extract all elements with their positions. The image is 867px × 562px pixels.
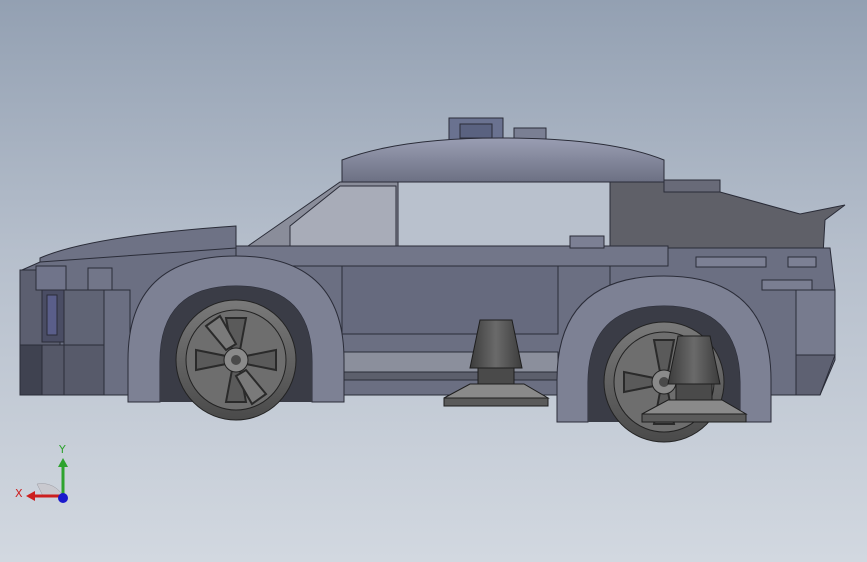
x-axis-label: X — [15, 487, 23, 500]
roof-dome — [341, 137, 665, 183]
door-panel — [341, 265, 559, 335]
coordinate-triad: Y X — [15, 443, 68, 503]
rear-spoiler — [609, 181, 846, 256]
z-axis-dot — [58, 493, 68, 503]
y-axis-label: Y — [58, 443, 66, 456]
front-wheel — [175, 299, 297, 421]
graphics-viewport[interactable]: Y X — [0, 0, 867, 562]
side-skirt — [329, 351, 559, 373]
x-axis-arrow — [26, 491, 35, 501]
car-model[interactable] — [0, 0, 867, 562]
y-axis-arrow — [58, 458, 68, 467]
